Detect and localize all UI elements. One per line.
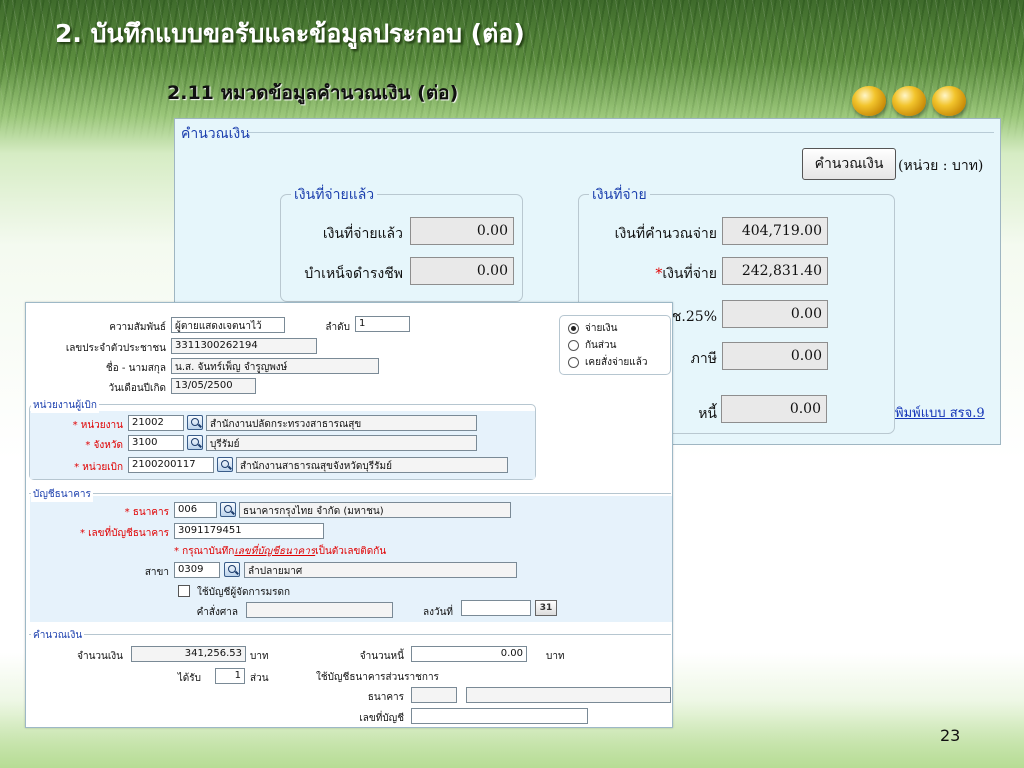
share-label: ได้รับ bbox=[177, 673, 201, 684]
gold-ball-icon bbox=[852, 86, 886, 116]
citizen-id-field[interactable]: 3311300262194 bbox=[171, 338, 317, 354]
bank-code-field[interactable]: 006 bbox=[174, 502, 217, 518]
title-rule bbox=[247, 132, 994, 133]
gov-bank-code-field[interactable] bbox=[411, 687, 457, 703]
pension-label: บำเหน็จดำรงชีพ bbox=[304, 266, 403, 282]
dated-field[interactable] bbox=[461, 600, 531, 616]
gov-account-no-field[interactable] bbox=[411, 708, 588, 724]
agency-name-field[interactable]: สำนักงานปลัดกระทรวงสาธารณสุข bbox=[206, 415, 477, 431]
branch-lookup-icon[interactable] bbox=[224, 562, 240, 577]
unit-name-field[interactable]: สำนักงานสาธารณสุขจังหวัดบุรีรัมย์ bbox=[236, 457, 508, 473]
tax-field[interactable]: 0.00 bbox=[722, 342, 828, 370]
debt-amount-label: จำนวนหนี้ bbox=[359, 651, 404, 662]
pay-field[interactable]: 242,831.40 bbox=[722, 257, 828, 285]
computed-field[interactable]: 404,719.00 bbox=[722, 217, 828, 245]
order-field[interactable]: 1 bbox=[355, 316, 410, 332]
agency-lookup-icon[interactable] bbox=[187, 415, 203, 430]
account-field[interactable]: 3091179451 bbox=[174, 523, 324, 539]
gov-bank-label: ธนาคาร bbox=[367, 692, 404, 703]
calc-window-title: คำนวณเงิน bbox=[181, 126, 250, 142]
name-field[interactable]: น.ส. จันทร์เพ็ญ จำรูญพงษ์ bbox=[171, 358, 379, 374]
relation-label: ความสัมพันธ์ bbox=[109, 322, 166, 333]
bank-section-rule bbox=[29, 493, 671, 494]
debt-amount-unit: บาท bbox=[546, 651, 565, 662]
computed-label: เงินที่คำนวณจ่าย bbox=[614, 226, 717, 242]
debt-field[interactable]: 0.00 bbox=[721, 395, 827, 423]
form-window: ความสัมพันธ์ ผู้ตายแสดงเจตนาไว้ ลำดับ 1 … bbox=[25, 302, 673, 728]
payment-option-reserve[interactable]: กันส่วน bbox=[568, 338, 616, 352]
agency-section-legend: หน่วยงานผู้เบิก bbox=[31, 398, 99, 413]
page-number: 23 bbox=[940, 726, 961, 745]
account-warning: * กรุณาบันทึกเลขที่บัญชีธนาคารเป็นตัวเลข… bbox=[174, 546, 387, 557]
paid-field[interactable]: 0.00 bbox=[410, 217, 514, 245]
unit-label: * หน่วยเบิก bbox=[74, 462, 123, 473]
account-label: * เลขที่บัญชีธนาคาร bbox=[79, 528, 169, 539]
citizen-id-label: เลขประจำตัวประชาชน bbox=[65, 343, 166, 354]
pension-field[interactable]: 0.00 bbox=[410, 257, 514, 285]
province-name-field[interactable]: บุรีรัมย์ bbox=[206, 435, 477, 451]
branch-code-field[interactable]: 0309 bbox=[174, 562, 220, 578]
province-label: * จังหวัด bbox=[85, 440, 123, 451]
dob-field[interactable]: 13/05/2500 bbox=[171, 378, 256, 394]
payment-option-group: จ่ายเงิน กันส่วน เคยสั่งจ่ายแล้ว bbox=[559, 315, 671, 375]
dob-label: วันเดือนปีเกิด bbox=[108, 383, 166, 394]
fund-field[interactable]: 0.00 bbox=[722, 300, 828, 328]
amount-field[interactable]: 341,256.53 bbox=[131, 646, 246, 662]
payment-option-pay[interactable]: จ่ายเงิน bbox=[568, 321, 617, 335]
gold-ball-icon bbox=[932, 86, 966, 116]
order-label: ลำดับ bbox=[325, 322, 350, 333]
gov-account-label: ใช้บัญชีธนาคารส่วนราชการ bbox=[316, 672, 439, 683]
bank-lookup-icon[interactable] bbox=[220, 502, 236, 517]
unit-lookup-icon[interactable] bbox=[217, 457, 233, 472]
amount-unit: บาท bbox=[250, 651, 269, 662]
branch-name-field[interactable]: ลำปลายมาศ bbox=[244, 562, 517, 578]
province-code-field[interactable]: 3100 bbox=[128, 435, 184, 451]
slide-title: 2. บันทึกแบบขอรับและข้อมูลประกอบ (ต่อ) bbox=[55, 19, 525, 48]
province-lookup-icon[interactable] bbox=[187, 435, 203, 450]
agency-label: * หน่วยงาน bbox=[72, 420, 123, 431]
paid-group-legend: เงินที่จ่ายแล้ว bbox=[291, 184, 378, 206]
calendar-icon[interactable]: 31 bbox=[535, 600, 557, 616]
payment-option-already-paid[interactable]: เคยสั่งจ่ายแล้ว bbox=[568, 355, 647, 369]
print-form-link[interactable]: พิมพ์แบบ สรจ.9 bbox=[895, 402, 985, 423]
debt-amount-field[interactable]: 0.00 bbox=[411, 646, 527, 662]
relation-field[interactable]: ผู้ตายแสดงเจตนาไว้ bbox=[171, 317, 285, 333]
unit-label: (หน่วย : บาท) bbox=[898, 158, 984, 174]
bank-name-field[interactable]: ธนาคารกรุงไทย จำกัด (มหาชน) bbox=[239, 502, 511, 518]
gov-bank-name-field[interactable] bbox=[466, 687, 671, 703]
payable-group-legend: เงินที่จ่าย bbox=[589, 184, 650, 206]
gov-account-no-label: เลขที่บัญชี bbox=[359, 713, 404, 724]
unit-code-field[interactable]: 2100200117 bbox=[128, 457, 214, 473]
paid-label: เงินที่จ่ายแล้ว bbox=[322, 226, 403, 242]
amount-label: จำนวนเงิน bbox=[77, 651, 123, 662]
estate-checkbox[interactable] bbox=[178, 585, 190, 597]
radio-icon[interactable] bbox=[568, 356, 579, 368]
pay-label: *เงินที่จ่าย bbox=[655, 266, 717, 282]
decorative-balls bbox=[852, 86, 966, 116]
court-order-field[interactable] bbox=[246, 602, 393, 618]
money-section-legend: คำนวณเงิน bbox=[31, 628, 85, 643]
share-unit: ส่วน bbox=[250, 673, 269, 684]
dated-label: ลงวันที่ bbox=[422, 607, 453, 618]
share-field[interactable]: 1 bbox=[215, 668, 245, 684]
radio-icon[interactable] bbox=[568, 339, 579, 351]
bank-label: * ธนาคาร bbox=[124, 507, 169, 518]
name-label: ชื่อ - นามสกุล bbox=[105, 363, 166, 374]
court-order-label: คำสั่งศาล bbox=[196, 607, 238, 618]
agency-code-field[interactable]: 21002 bbox=[128, 415, 184, 431]
gold-ball-icon bbox=[892, 86, 926, 116]
slide-subtitle: 2.11 หมวดข้อมูลคำนวณเงิน (ต่อ) bbox=[167, 82, 459, 104]
money-section-rule bbox=[29, 634, 671, 635]
calculate-button[interactable]: คำนวณเงิน bbox=[802, 148, 896, 180]
radio-selected-icon[interactable] bbox=[568, 322, 579, 334]
bank-section-legend: บัญชีธนาคาร bbox=[31, 487, 93, 502]
paid-group: เงินที่จ่ายแล้ว เงินที่จ่ายแล้ว 0.00 บำเ… bbox=[280, 184, 523, 302]
branch-label: สาขา bbox=[144, 567, 169, 578]
estate-checkbox-label: ใช้บัญชีผู้จัดการมรดก bbox=[197, 587, 291, 598]
